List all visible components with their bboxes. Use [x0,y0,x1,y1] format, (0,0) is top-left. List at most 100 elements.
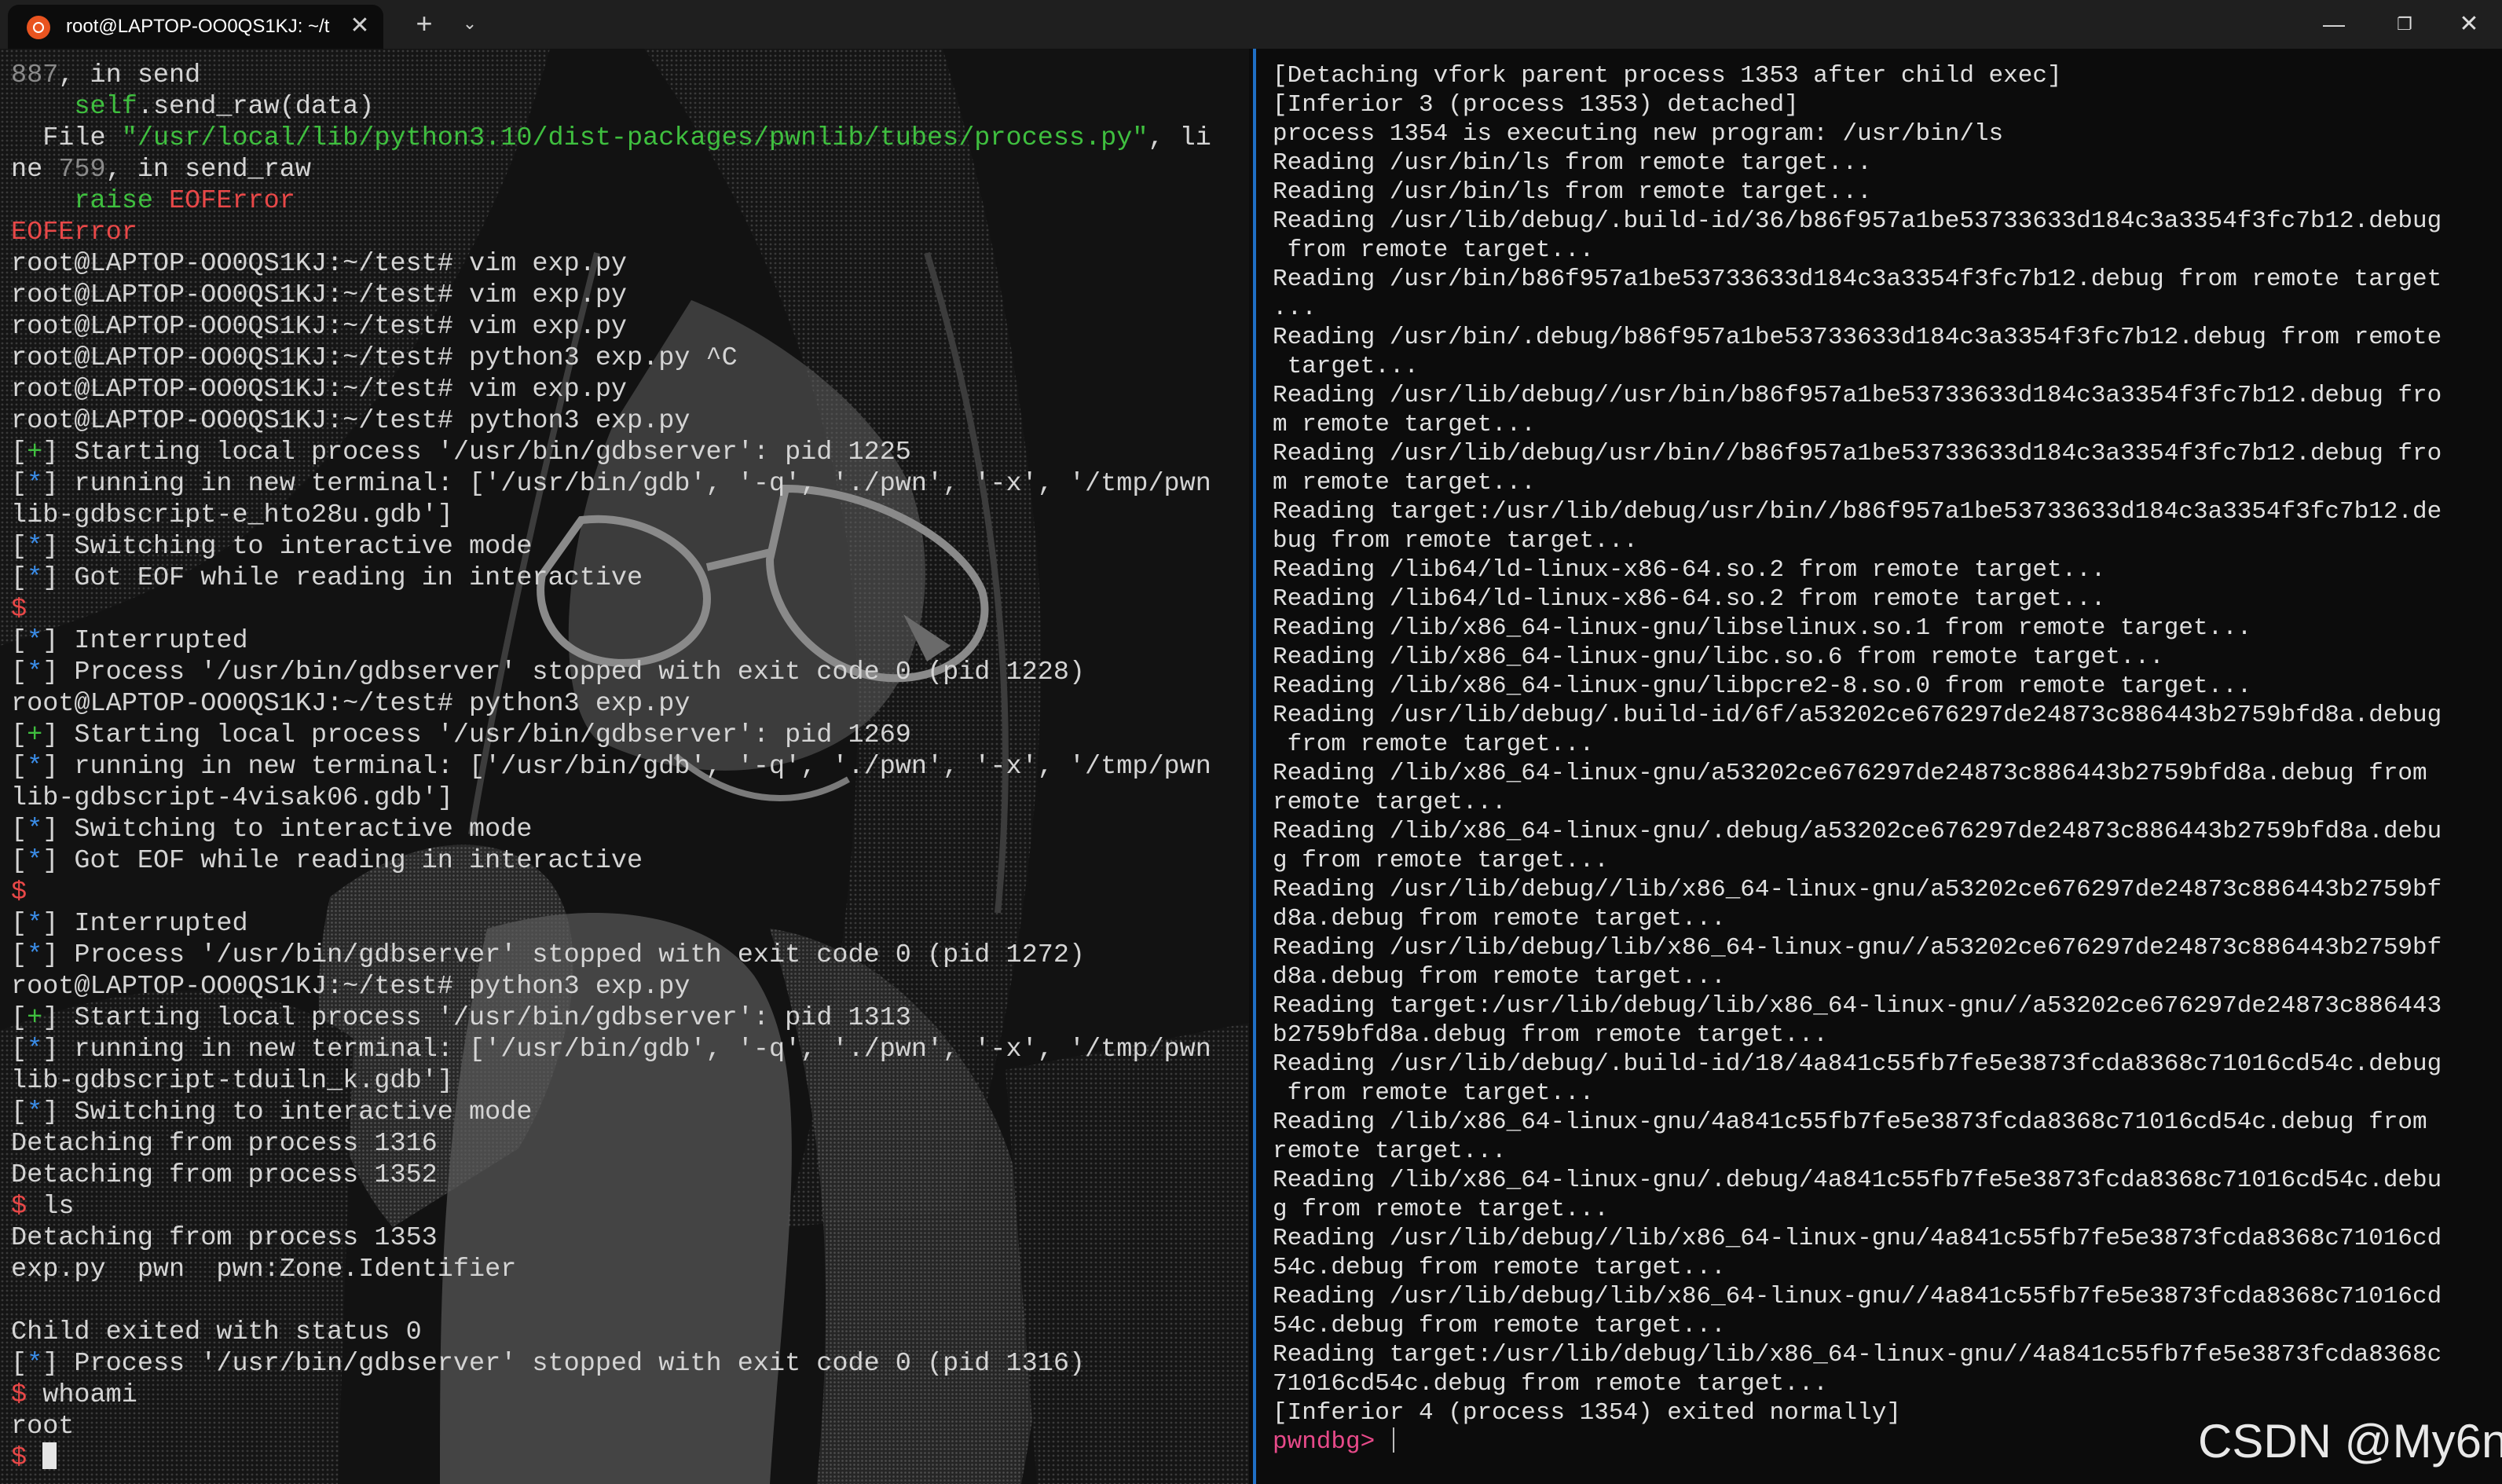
terminal-text-segment: [ [11,532,27,562]
terminal-text-segment: Reading target:/usr/lib/debug/usr/bin//b… [1273,498,2442,526]
terminal-text-segment: * [27,846,43,876]
terminal-text-segment: Reading /usr/lib/debug/.build-id/18/4a84… [1273,1050,2442,1078]
terminal-text-segment: Reading /lib/x86_64-linux-gnu/libselinux… [1273,614,2252,642]
terminal-text-segment: [ [11,1097,27,1127]
terminal-text-segment: Reading /usr/lib/debug//lib/x86_64-linux… [1273,876,2442,903]
gdb-terminal-line: Reading /usr/bin/.debug/b86f957a1be53733… [1273,323,2442,352]
terminal-text-segment: b2759bfd8a.debug from remote target... [1273,1021,1828,1049]
terminal-text-segment: 887 [11,60,59,90]
terminal-text-segment: EOFError [11,218,137,247]
terminal-text-segment: [ [11,1003,27,1033]
terminal-text-segment: * [27,1035,43,1064]
gdb-terminal-line: g from remote target... [1273,846,2442,875]
terminal-text-segment: * [27,909,43,939]
gdb-terminal-line: [Inferior 3 (process 1353) detached] [1273,90,2442,119]
terminal-text-segment: [ [11,626,27,656]
gdb-terminal-line: from remote target... [1273,730,2442,759]
pane-divider[interactable] [1249,49,1260,1484]
terminal-text-segment: ] Process '/usr/bin/gdbserver' stopped w… [42,940,1086,970]
terminal-text-segment: $ [11,595,27,625]
terminal-text-segment: Reading /lib/x86_64-linux-gnu/libpcre2-8… [1273,672,2252,700]
left-terminal-line: $ whoami [11,1380,1211,1411]
terminal-text-segment: * [27,1097,43,1127]
gdb-terminal-line: Reading /usr/lib/debug/lib/x86_64-linux-… [1273,1282,2442,1311]
gdb-terminal-line: m remote target... [1273,410,2442,439]
left-terminal-line: [*] running in new terminal: ['/usr/bin/… [11,1034,1211,1065]
terminal-text-segment: Reading /lib64/ld-linux-x86-64.so.2 from… [1273,556,2106,584]
left-terminal-line: raise EOFError [11,185,1211,217]
maximize-button[interactable]: ❐ [2368,0,2441,49]
terminal-text-segment: Reading target:/usr/lib/debug/lib/x86_64… [1273,992,2442,1020]
terminal-text-segment: "/usr/local/lib/python3.10/dist-packages… [121,123,1148,153]
terminal-text-segment: [ [11,846,27,876]
terminal-text-segment: Reading /usr/lib/debug/.build-id/36/b86f… [1273,207,2442,235]
gdb-terminal-line: Reading /usr/lib/debug/.build-id/36/b86f… [1273,207,2442,236]
terminal-text-segment: [Inferior 4 (process 1354) exited normal… [1273,1399,1901,1427]
terminal-text-segment: $ [11,1192,27,1222]
terminal-text-segment: ] Got EOF while reading in interactive [42,846,643,876]
text-cursor [42,1442,57,1469]
left-terminal-line: Detaching from process 1316 [11,1128,1211,1160]
terminal-text-segment: raise [74,186,153,216]
terminal-text-segment: ] Starting local process '/usr/bin/gdbse… [42,438,911,467]
left-terminal-line: root@LAPTOP-OO0QS1KJ:~/test# python3 exp… [11,343,1211,374]
terminal-text-segment: $ [11,1380,27,1410]
left-terminal-line: [*] Interrupted [11,908,1211,940]
terminal-text-segment: self [74,92,137,122]
terminal-text-segment: Reading /usr/lib/debug//lib/x86_64-linux… [1273,1225,2442,1252]
close-window-button[interactable]: ✕ [2433,0,2502,49]
terminal-text-segment: ] Process '/usr/bin/gdbserver' stopped w… [42,1349,1086,1379]
gdb-terminal-line: Reading /lib/x86_64-linux-gnu/.debug/a53… [1273,817,2442,846]
left-terminal-pane[interactable]: 887, in send self.send_raw(data) File "/… [0,49,1249,1484]
terminal-text-segment: Reading /usr/lib/debug/usr/bin//b86f957a… [1273,440,2442,467]
terminal-text-segment: ] Got EOF while reading in interactive [42,563,643,593]
terminal-text-segment: Reading /lib64/ld-linux-x86-64.so.2 from… [1273,585,2106,613]
terminal-text-segment: , li [1148,123,1211,153]
terminal-text-segment: Reading /usr/bin/ls from remote target..… [1273,178,1872,206]
gdb-terminal-line: m remote target... [1273,468,2442,497]
terminal-text-segment: root@LAPTOP-OO0QS1KJ:~/test# python3 exp… [11,343,738,373]
gdb-terminal-line: Reading /usr/lib/debug//lib/x86_64-linux… [1273,875,2442,904]
left-terminal-line: [*] Process '/usr/bin/gdbserver' stopped… [11,940,1211,971]
title-bar: root@LAPTOP-OO0QS1KJ: ~/t ✕ + ⌄ — ❐ ✕ [0,0,2502,49]
gdb-terminal-line: Reading /usr/bin/ls from remote target..… [1273,178,2442,207]
left-terminal-line: $ [11,594,1211,625]
terminal-text-segment: * [27,940,43,970]
gdb-terminal-line: remote target... [1273,788,2442,817]
minimize-button[interactable]: — [2298,0,2370,49]
left-terminal-line: $ [11,877,1211,908]
terminal-text-segment: [ [11,469,27,499]
gdb-terminal-line: Reading target:/usr/lib/debug/lib/x86_64… [1273,1340,2442,1369]
left-terminal-line: root [11,1411,1211,1442]
gdb-terminal-line: 54c.debug from remote target... [1273,1253,2442,1282]
left-terminal-line: self.send_raw(data) [11,91,1211,123]
gdb-terminal-line: Reading /usr/bin/ls from remote target..… [1273,148,2442,178]
terminal-text-segment: remote target... [1273,1138,1507,1165]
left-terminal-line: [+] Starting local process '/usr/bin/gdb… [11,720,1211,751]
terminal-text-segment: m remote target... [1273,469,1536,496]
right-terminal-pane[interactable]: [Detaching vfork parent process 1353 aft… [1260,49,2502,1484]
terminal-text-segment: [ [11,1349,27,1379]
terminal-text-segment: Reading /usr/bin/ls from remote target..… [1273,149,1872,177]
gdb-terminal-output: [Detaching vfork parent process 1353 aft… [1273,61,2442,1457]
new-tab-button[interactable]: + [408,8,440,39]
terminal-text-segment: from remote target... [1273,1079,1595,1107]
left-terminal-line: root@LAPTOP-OO0QS1KJ:~/test# vim exp.py [11,280,1211,311]
terminal-text-segment: [ [11,909,27,939]
terminal-text-segment: + [27,438,43,467]
gdb-terminal-line: Reading /usr/lib/debug/usr/bin//b86f957a… [1273,439,2442,468]
terminal-text-segment: * [27,563,43,593]
gdb-terminal-line: from remote target... [1273,1079,2442,1108]
terminal-tab[interactable]: root@LAPTOP-OO0QS1KJ: ~/t ✕ [8,5,383,49]
terminal-text-segment: Reading /usr/bin/b86f957a1be53733633d184… [1273,266,2442,293]
terminal-text-segment: lib-gdbscript-tduiln_k.gdb'] [11,1066,453,1096]
gdb-terminal-line: Reading /lib/x86_64-linux-gnu/libselinux… [1273,614,2442,643]
tab-dropdown-chevron-icon[interactable]: ⌄ [454,9,485,38]
terminal-text-segment: ] Interrupted [42,909,248,939]
left-terminal-line: [+] Starting local process '/usr/bin/gdb… [11,1002,1211,1034]
gdb-terminal-line: Reading /lib/x86_64-linux-gnu/libc.so.6 … [1273,643,2442,672]
tab-close-icon[interactable]: ✕ [346,12,374,40]
left-terminal-line [11,1285,1211,1317]
gdb-terminal-line: bug from remote target... [1273,526,2442,555]
left-terminal-line: root@LAPTOP-OO0QS1KJ:~/test# python3 exp… [11,405,1211,437]
